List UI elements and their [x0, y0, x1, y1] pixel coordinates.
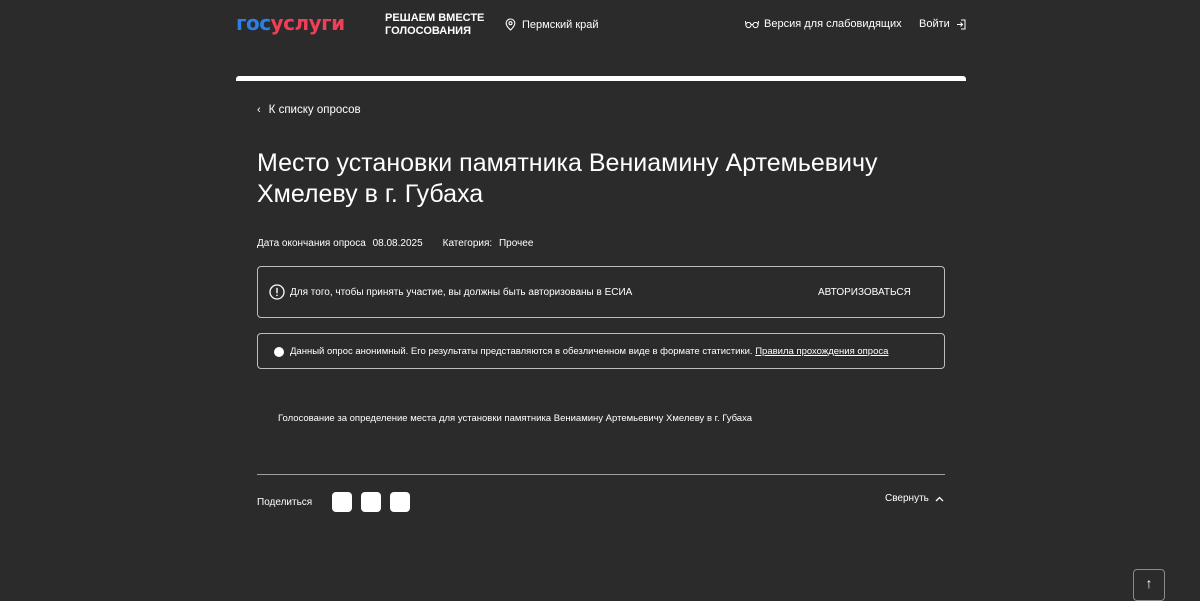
gosuslugi-logo[interactable]: госуслуги	[236, 10, 345, 36]
arrow-up-icon: ↑	[1145, 575, 1153, 591]
login-label: Войти	[919, 18, 950, 30]
site-header: госуслуги Решаем вместе голосования Перм…	[0, 0, 1200, 52]
header-slogan: Решаем вместе голосования	[385, 12, 485, 37]
glasses-icon	[745, 20, 759, 29]
share-label: Поделиться	[257, 497, 313, 508]
vision-mode-label: Версия для слабовидящих	[764, 18, 902, 30]
collapse-label: Свернуть	[885, 493, 929, 504]
region-label: Пермский край	[522, 18, 599, 31]
chevron-up-icon	[935, 496, 944, 501]
page-title: Место установки памятника Вениамину Арте…	[257, 149, 878, 208]
end-date-value: 08.08.2025	[372, 238, 423, 249]
vision-mode-link[interactable]: Версия для слабовидящих	[745, 18, 902, 30]
share-button-1[interactable]	[332, 492, 352, 512]
auth-notice-text: Для того, чтобы принять участие, вы долж…	[290, 287, 633, 298]
poll-meta: Дата окончания опроса 08.08.2025 Категор…	[257, 238, 533, 249]
anonymous-notice: Данный опрос анонимный. Его результаты п…	[257, 333, 945, 369]
content-top-bar	[236, 76, 966, 81]
scroll-to-top-button[interactable]: ↑	[1133, 569, 1165, 601]
chevron-left-icon: ‹	[257, 104, 261, 116]
poll-description: Голосование за определение места для уст…	[278, 413, 753, 424]
end-date-label: Дата окончания опроса	[257, 238, 366, 249]
anon-notice-text: Данный опрос анонимный. Его результаты п…	[290, 346, 888, 357]
category-value: Прочее	[498, 238, 534, 249]
location-pin-icon	[505, 18, 516, 31]
poll-rules-link[interactable]: Правила прохождения опроса	[755, 346, 888, 357]
back-link-label: К списку опросов	[268, 104, 361, 116]
logo-part-uslugi: услуги	[270, 11, 346, 35]
divider	[257, 474, 945, 475]
region-selector[interactable]: Пермский край	[505, 18, 599, 31]
exclamation-circle-icon	[269, 284, 285, 300]
share-button-3[interactable]	[390, 492, 410, 512]
info-dot-icon	[274, 347, 284, 357]
back-to-polls-link[interactable]: ‹ К списку опросов	[257, 104, 361, 116]
anon-notice-message: Данный опрос анонимный. Его результаты п…	[290, 346, 753, 357]
share-button-2[interactable]	[361, 492, 381, 512]
login-button[interactable]: Войти	[919, 18, 966, 30]
logo-part-gos: гос	[236, 11, 271, 35]
authorize-button[interactable]: Авторизоваться	[818, 287, 911, 298]
auth-required-notice: Для того, чтобы принять участие, вы долж…	[257, 266, 945, 318]
end-date: Дата окончания опроса 08.08.2025	[257, 238, 423, 249]
collapse-button[interactable]: Свернуть	[885, 493, 944, 504]
login-icon	[956, 19, 966, 29]
category-label: Категория:	[442, 238, 493, 249]
category: Категория: Прочее	[443, 238, 534, 249]
